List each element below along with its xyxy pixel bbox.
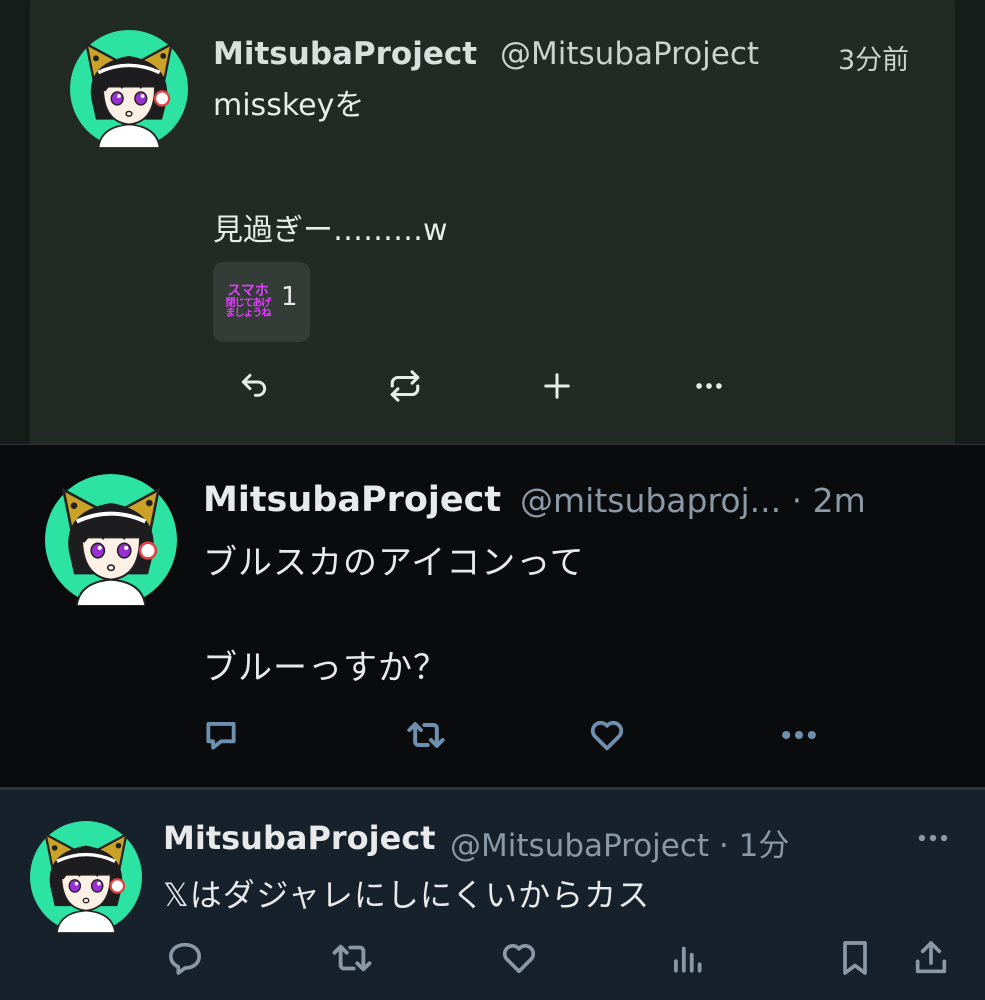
views-icon	[674, 946, 702, 973]
reply-icon	[206, 722, 236, 750]
like-button[interactable]	[583, 711, 631, 759]
more-button[interactable]	[775, 711, 823, 759]
reply-icon	[169, 942, 202, 975]
misskey-note-section: MitsubaProject @MitsubaProject 3分前 missk…	[0, 0, 985, 444]
display-name[interactable]: MitsubaProject	[203, 480, 501, 520]
bookmark-icon	[843, 941, 867, 975]
timestamp[interactable]: 3分前	[838, 38, 909, 77]
reply-button[interactable]	[197, 711, 245, 759]
display-name[interactable]: MitsubaProject	[163, 819, 436, 857]
x-dim-tweet-section[interactable]: MitsubaProject @MitsubaProject · 1分 𝕏はダジ…	[0, 787, 985, 1000]
x-dark-tweet-section[interactable]: MitsubaProject @mitsubaproj... · 2m ブルスカ…	[0, 444, 985, 787]
note-text-line: 見過ぎー………w	[213, 213, 448, 248]
reaction-count: 1	[281, 282, 298, 312]
reply-button[interactable]	[163, 936, 207, 980]
renote-icon	[390, 370, 420, 402]
avatar[interactable]	[45, 474, 177, 606]
more-button[interactable]	[908, 818, 958, 858]
reaction-button[interactable]: スマホ 閉じてあげ ましょうね 1	[213, 262, 310, 342]
reply-button[interactable]	[232, 364, 276, 408]
tweet-text-line: ブルスカのアイコンって	[203, 543, 585, 583]
note-text-line: misskeyを	[213, 88, 365, 123]
like-button[interactable]	[497, 936, 541, 980]
retweet-button[interactable]	[402, 711, 450, 759]
like-icon	[590, 720, 624, 751]
more-button[interactable]	[687, 364, 731, 408]
retweet-icon	[332, 944, 372, 972]
more-icon	[918, 834, 948, 842]
like-icon	[502, 944, 536, 974]
retweet-button[interactable]	[330, 936, 374, 980]
avatar[interactable]	[70, 30, 188, 148]
retweet-icon	[407, 722, 445, 748]
more-icon	[696, 383, 722, 389]
display-name[interactable]: MitsubaProject	[213, 36, 477, 72]
tweet-text: 𝕏はダジャレにしにくいからカス	[163, 876, 651, 914]
custom-emoji: スマホ 閉じてあげ ましょうね	[225, 283, 272, 320]
avatar[interactable]	[30, 821, 142, 933]
bookmark-button[interactable]	[833, 936, 877, 980]
views-button[interactable]	[665, 936, 709, 980]
renote-button[interactable]	[383, 364, 427, 408]
plus-icon	[544, 373, 570, 399]
user-handle[interactable]: @MitsubaProject	[500, 36, 759, 72]
more-icon	[782, 730, 816, 740]
share-icon	[915, 941, 947, 974]
handle-and-time[interactable]: @mitsubaproj... · 2m	[520, 481, 866, 520]
tweet-text-line: ブルーっすか？	[203, 648, 448, 688]
add-reaction-button[interactable]	[535, 364, 579, 408]
reply-icon	[241, 373, 267, 397]
handle-and-time[interactable]: @MitsubaProject · 1分	[450, 820, 789, 865]
share-button[interactable]	[909, 936, 953, 980]
